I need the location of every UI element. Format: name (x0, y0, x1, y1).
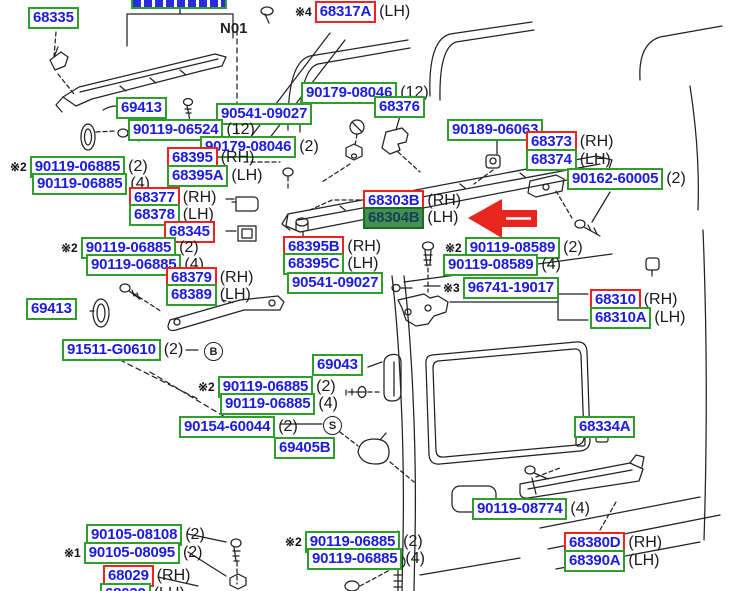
part-label-68304B: 68304B(LH) (363, 207, 458, 229)
part-number[interactable]: 69413 (116, 97, 167, 119)
side-or-qty: (4) (570, 501, 590, 517)
part-number[interactable]: 68317A (315, 1, 376, 23)
part-label-68395A: 68395A(LH) (167, 165, 262, 187)
part-number[interactable]: 68334A (574, 416, 635, 438)
part-number[interactable]: 68389 (166, 284, 217, 306)
part-label-96741-19017: ※396741-19017 (443, 277, 559, 299)
note-marker: ※1 (64, 547, 81, 559)
side-or-qty: (RH) (628, 535, 662, 551)
side-or-qty: (2) (563, 240, 583, 256)
part-number[interactable]: 69405B (274, 437, 335, 459)
part-number[interactable]: 90119-08589 (443, 254, 538, 276)
side-or-qty: (RH) (221, 150, 255, 166)
part-label-68390A: 68390A(LH) (564, 550, 659, 572)
part-number[interactable]: 68039 (100, 583, 151, 591)
part-label-90162-60005: 90162-60005(2) (567, 168, 686, 190)
part-label-68039: 68039(LH) (100, 583, 185, 591)
callout-b[interactable]: B (204, 342, 223, 361)
part-number[interactable]: 90119-06885 (220, 393, 315, 415)
part-label-68389: 68389(LH) (166, 284, 251, 306)
side-or-qty: (2) (299, 139, 319, 155)
side-or-qty: (LH) (220, 287, 251, 303)
side-or-qty: (2) (185, 527, 205, 543)
note-marker: ※2 (445, 242, 462, 254)
side-or-qty: (4) (318, 396, 338, 412)
side-or-qty: (LH) (580, 152, 611, 168)
part-label-90154-60044: 90154-60044(2) (179, 416, 298, 438)
note-marker: ※2 (198, 381, 215, 393)
grid-ref-n01: N01 (220, 20, 248, 37)
part-label-90541-09027: 90541-09027 (287, 272, 383, 294)
part-number[interactable]: 68304B (363, 207, 424, 229)
side-or-qty: (RH) (644, 292, 678, 308)
part-label-90119-08774: 90119-08774(4) (472, 498, 590, 520)
side-or-qty: (LH) (231, 168, 262, 184)
callout-s[interactable]: S (323, 416, 342, 435)
part-label-69043: 69043 (312, 354, 363, 376)
side-or-qty: (2) (164, 342, 184, 358)
part-number[interactable] (131, 0, 227, 9)
part-number[interactable]: 90119-06885 (32, 173, 127, 195)
part-number[interactable]: 68390A (564, 550, 625, 572)
part-number[interactable]: 96741-19017 (463, 277, 559, 299)
note-marker: ※2 (285, 536, 302, 548)
part-label-69413: 69413 (26, 298, 77, 320)
side-or-qty: (4) (541, 257, 561, 273)
part-number[interactable]: 69043 (312, 354, 363, 376)
part-number[interactable]: 69413 (26, 298, 77, 320)
part-label-91511-G0610: 91511-G0610(2) (62, 339, 183, 361)
side-or-qty: (LH) (379, 4, 410, 20)
part-label-68310A: 68310A(LH) (590, 307, 685, 329)
side-or-qty: (RH) (580, 134, 614, 150)
part-number[interactable]: 90541-09027 (287, 272, 383, 294)
part-label-90119-06885: 90119-06885(4) (220, 393, 338, 415)
side-or-qty: (LH) (154, 586, 185, 591)
part-number[interactable]: 90105-08095 (84, 542, 180, 564)
note-marker: ※3 (443, 282, 460, 294)
part-label-68376: 68376 (374, 96, 425, 118)
note-marker: ※4 (295, 6, 312, 18)
note-marker: ※2 (10, 161, 27, 173)
part-label-68317A: ※468317A(LH) (295, 1, 410, 23)
side-or-qty: (4) (405, 551, 425, 567)
side-or-qty: (LH) (628, 553, 659, 569)
part-number[interactable]: 68335 (28, 7, 79, 29)
part-number[interactable]: 90119-06885 (307, 548, 402, 570)
side-or-qty: (2) (666, 171, 686, 187)
part-label-cutoff (131, 0, 227, 9)
part-number[interactable]: 68310A (590, 307, 651, 329)
part-label-90119-06885: 90119-06885(4) (307, 548, 425, 570)
side-or-qty: (LH) (347, 256, 378, 272)
part-number[interactable]: 68376 (374, 96, 425, 118)
part-label-68334A: 68334A (574, 416, 635, 438)
side-or-qty: (2) (278, 419, 298, 435)
part-number[interactable]: 91511-G0610 (62, 339, 161, 361)
part-number[interactable]: 90154-60044 (179, 416, 275, 438)
part-labels-layer: 68335※468317A(LH)6941390541-0902790119-0… (0, 0, 734, 591)
part-number[interactable]: 90162-60005 (567, 168, 663, 190)
part-label-69405B: 69405B (274, 437, 335, 459)
part-label-68335: 68335 (28, 7, 79, 29)
side-or-qty: (LH) (654, 310, 685, 326)
parts-diagram: 68335※468317A(LH)6941390541-0902790119-0… (0, 0, 734, 591)
part-number[interactable]: 90119-08774 (472, 498, 567, 520)
note-marker: ※2 (61, 242, 78, 254)
part-label-90105-08095: ※190105-08095(2) (64, 542, 203, 564)
side-or-qty: (LH) (427, 210, 458, 226)
side-or-qty: (2) (183, 545, 203, 561)
part-label-90119-08589: 90119-08589(4) (443, 254, 561, 276)
side-or-qty: (RH) (157, 568, 191, 584)
part-label-69413: 69413 (116, 97, 167, 119)
part-number[interactable]: 68395A (167, 165, 228, 187)
